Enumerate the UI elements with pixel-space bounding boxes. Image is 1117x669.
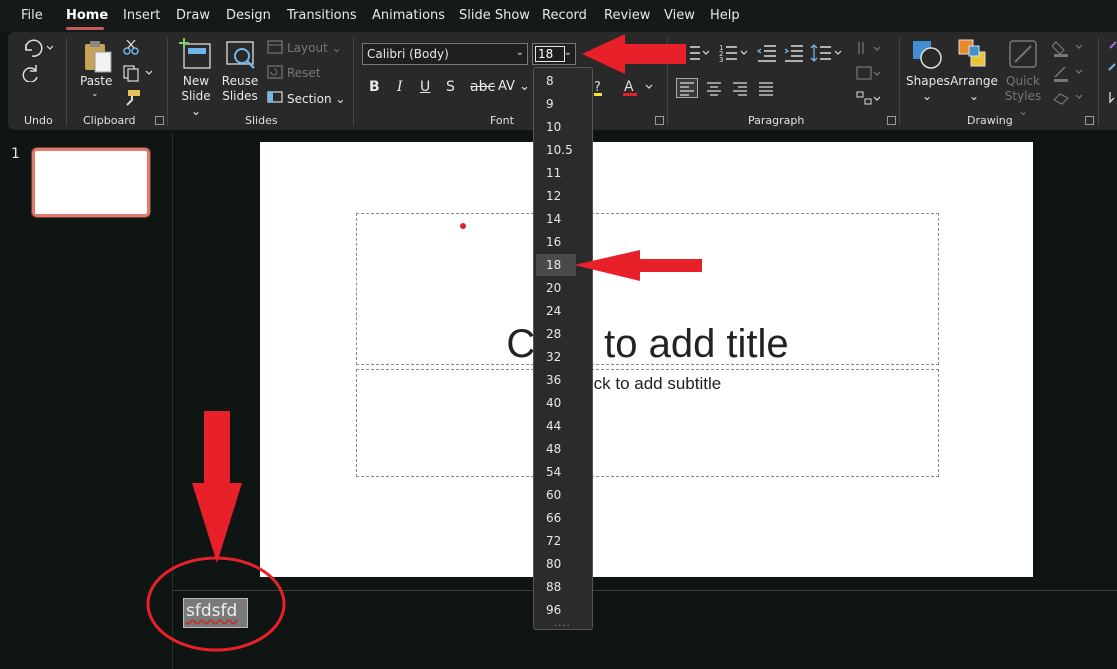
arrow-down-icon — [192, 411, 242, 563]
highlight-ellipse-icon — [146, 556, 286, 652]
annotation-overlay — [146, 34, 702, 652]
arrow-to-option-18-icon — [574, 250, 702, 281]
arrow-to-font-size-icon — [582, 34, 686, 74]
